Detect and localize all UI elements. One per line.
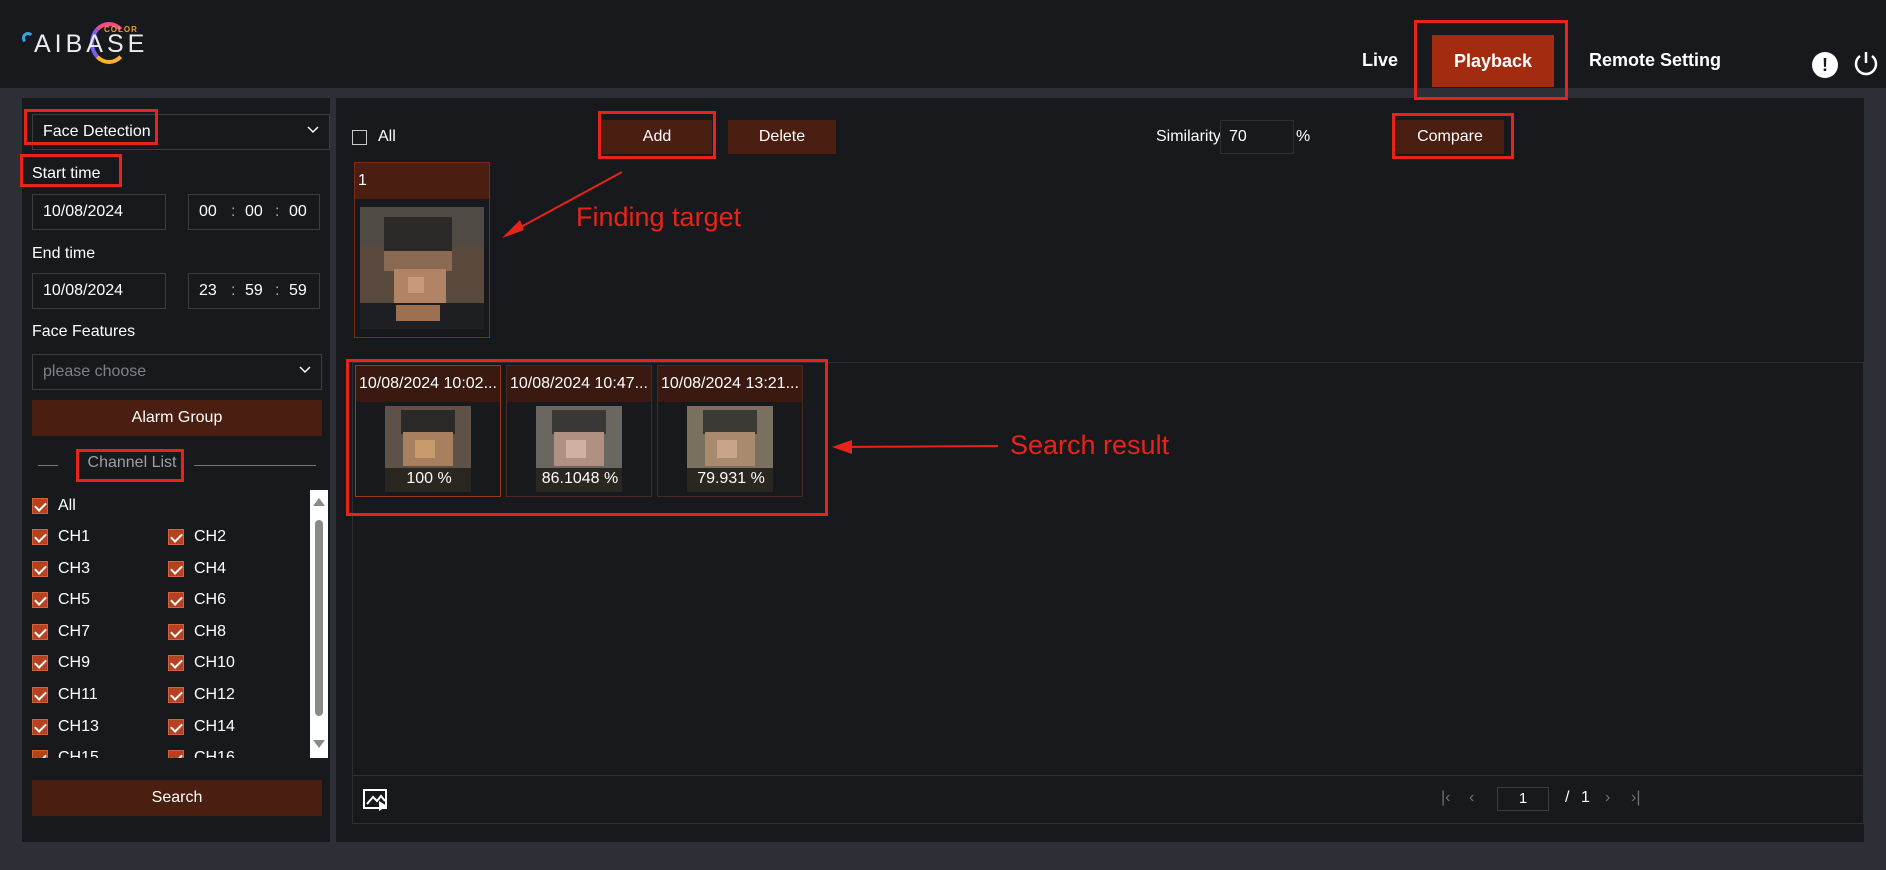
annotation-search-result: Search result bbox=[1010, 430, 1170, 460]
annotation-arrows bbox=[502, 171, 999, 454]
annotation-finding-target: Finding target bbox=[576, 202, 742, 232]
